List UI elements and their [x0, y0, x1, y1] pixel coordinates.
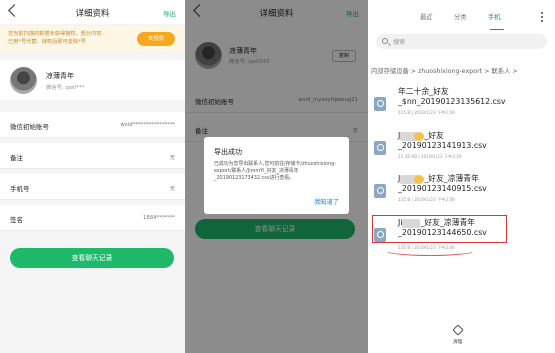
acknowledge-button[interactable]: 我知道了 — [314, 197, 339, 206]
row-remark[interactable]: 备注 无 — [0, 143, 185, 169]
highlight-box — [372, 215, 507, 243]
notice-text: 您当前扫描的数据未获得授权，部分内容 已用*号代替，授权后即可去除*号 — [8, 31, 102, 45]
tab-recent[interactable]: 最近 — [420, 12, 433, 21]
breadcrumb[interactable]: 内部存储设备 > zhuoshixiong-export > 联系人 > — [371, 66, 518, 75]
authorize-button[interactable]: 去授权 — [137, 32, 175, 46]
highlight-underline — [384, 245, 476, 256]
dialog-message: 已成功为您导出联系人,您可前往/存储卡/zhuoshixiong-export/… — [214, 161, 336, 181]
list-item[interactable]: J _好友_凉薄青年 _20190123140915.csv 135 B | 201… — [368, 170, 555, 216]
csv-file-icon — [374, 141, 386, 155]
active-tab-indicator — [490, 29, 504, 31]
row-initial-account: 微信初始账号 wxid**************** — [0, 112, 185, 138]
broom-icon — [452, 324, 464, 336]
export-link[interactable]: 导出 — [163, 8, 176, 18]
contact-detail-panel: 详细资料 导出 您当前扫描的数据未获得授权，部分内容 已用*号代替，授权后即可去… — [0, 0, 185, 353]
export-success-dialog: 导出成功 已成功为您导出联系人,您可前往/存储卡/zhuoshixiong-ex… — [204, 137, 349, 214]
profile-card: 凉薄青年 微信号: qw0*** — [0, 60, 185, 100]
file-manager-panel: 最近 分类 手机 搜索 内部存储设备 > zhuoshixiong-export… — [368, 0, 555, 353]
row-signature: 签名 1884******* — [0, 205, 185, 231]
header: 详细资料 导出 — [0, 0, 185, 24]
tab-category[interactable]: 分类 — [454, 12, 467, 21]
csv-file-icon — [374, 184, 386, 198]
search-icon — [382, 38, 388, 44]
search-input[interactable]: 搜索 — [376, 34, 547, 49]
contact-name: 凉薄青年 — [46, 72, 74, 80]
more-menu-icon[interactable] — [541, 12, 543, 22]
wechat-id: 微信号: qw0*** — [46, 85, 85, 91]
csv-file-icon — [374, 97, 386, 111]
list-item[interactable]: 年二十余_好友 _$nn_20190123135612.csv 115 B | 2… — [368, 83, 555, 129]
export-success-panel: 详细资料 导出 凉薄青年 微信号: qw0543 复制 微信初始账号 wxid_… — [185, 0, 368, 353]
auth-notice: 您当前扫描的数据未获得授权，部分内容 已用*号代替，授权后即可去除*号 去授权 — [0, 26, 185, 52]
tab-phone[interactable]: 手机 — [488, 12, 501, 21]
emoji-icon — [414, 174, 425, 184]
avatar — [10, 67, 37, 94]
page-title: 详细资料 — [75, 9, 110, 19]
list-item[interactable]: J _好友 _20190123141913.csv 21.36 KB | 2019/… — [368, 127, 555, 173]
row-phone[interactable]: 手机号 无 — [0, 174, 185, 200]
view-chat-button[interactable]: 查看聊天记录 — [10, 248, 174, 268]
dialog-title: 导出成功 — [214, 148, 242, 156]
emoji-icon — [414, 131, 425, 141]
category-tabs: 最近 分类 手机 — [368, 8, 555, 31]
